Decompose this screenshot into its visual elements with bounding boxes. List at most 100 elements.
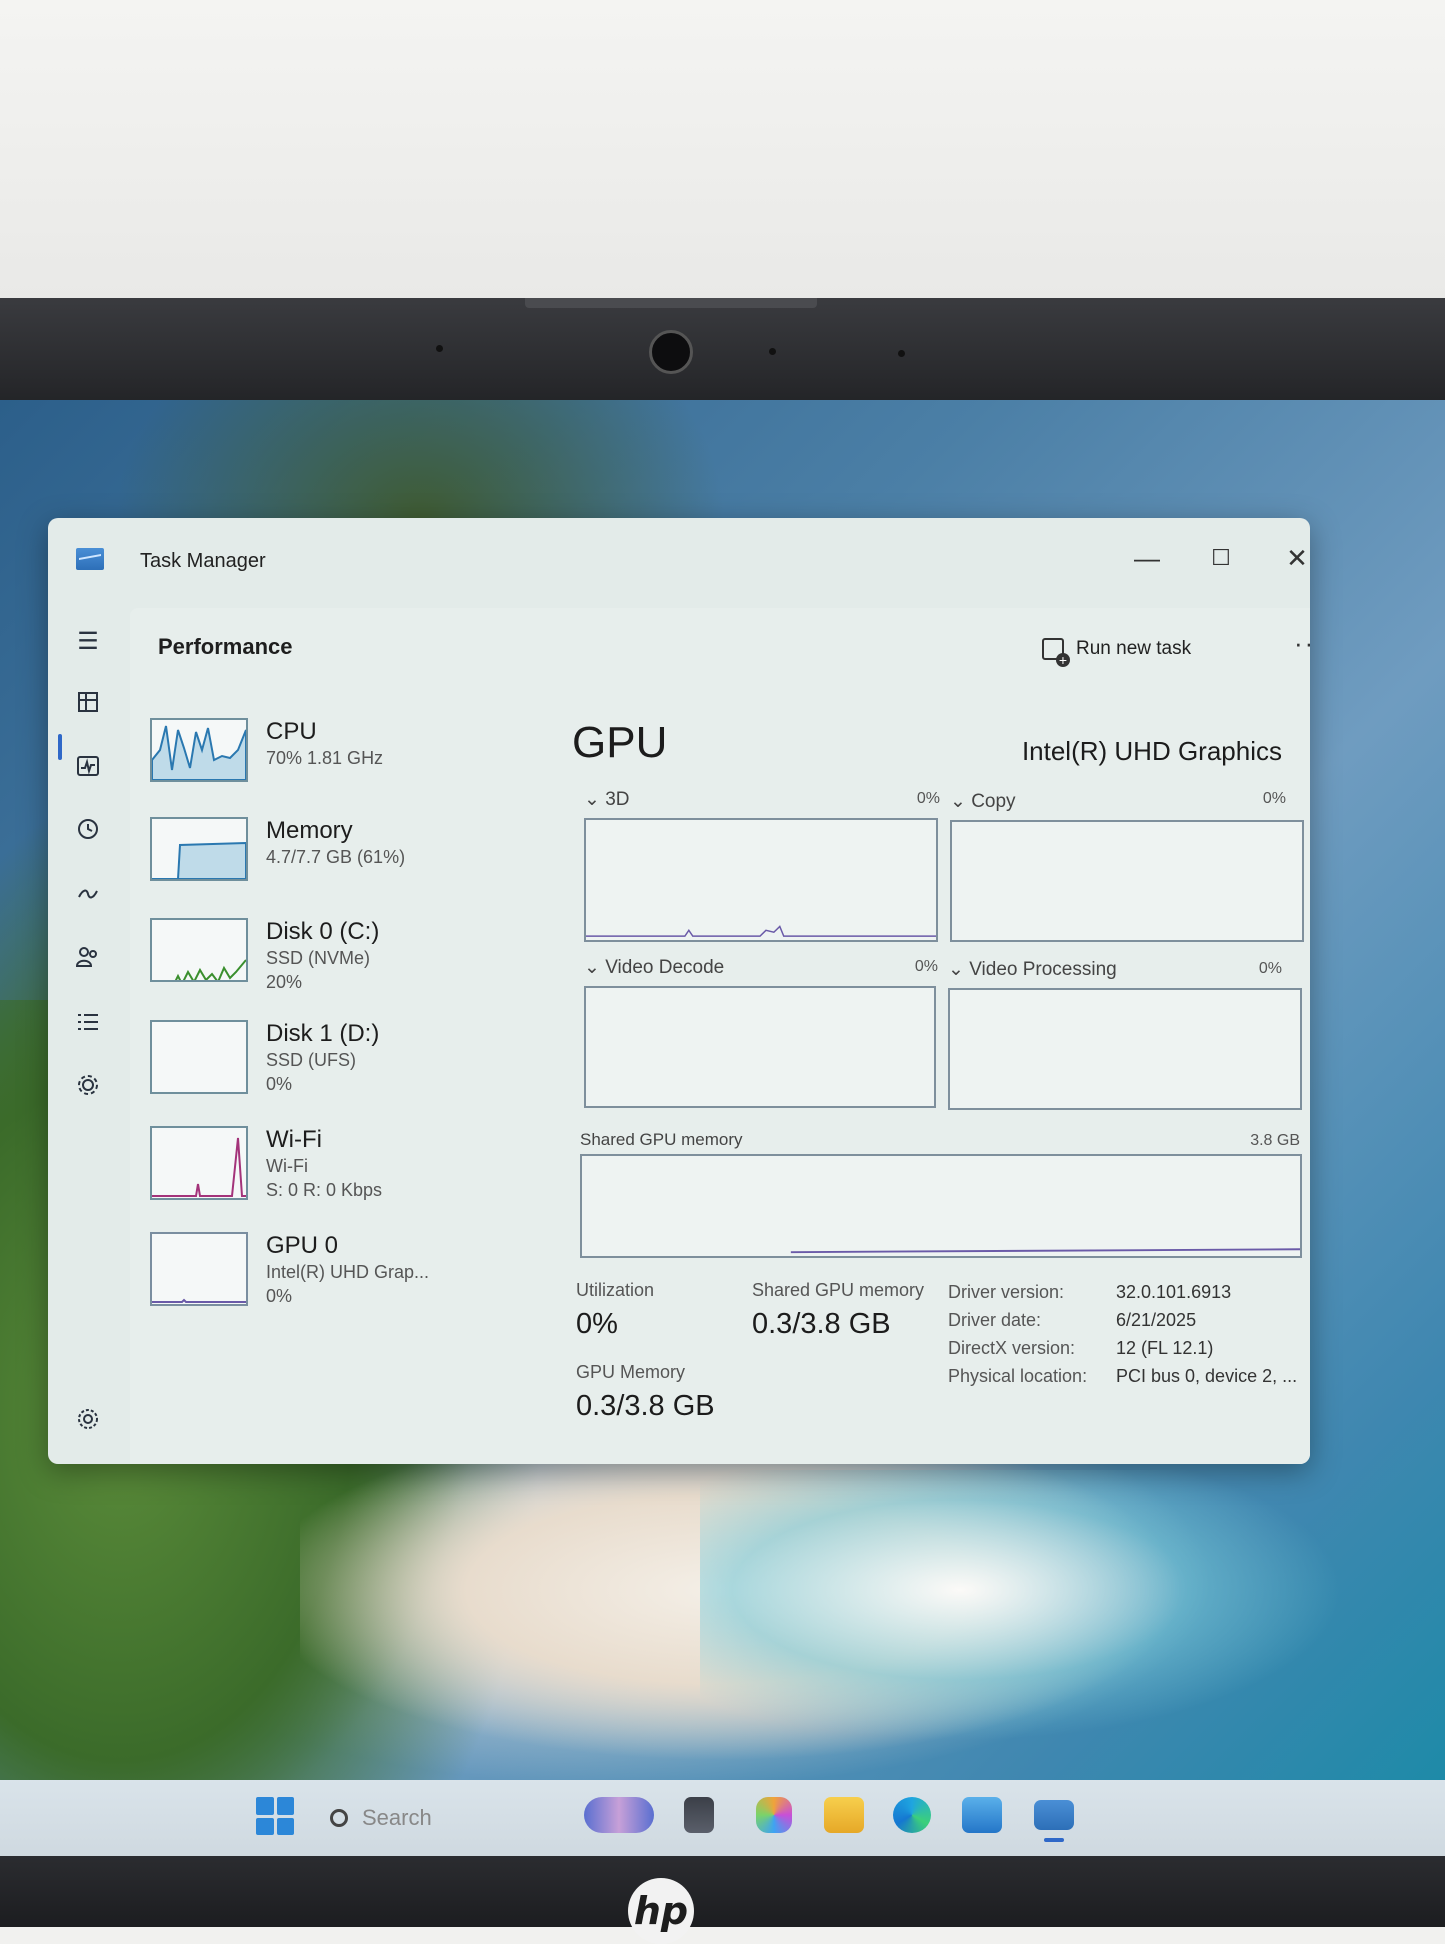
disk0-thumbnail-graph: [150, 918, 248, 982]
task-manager-app-icon: [76, 548, 104, 570]
app-history-icon[interactable]: [68, 814, 108, 854]
wifi-throughput: S: 0 R: 0 Kbps: [266, 1180, 383, 1200]
engine-copy-label: Copy: [971, 791, 1016, 812]
disk1-type: SSD (UFS): [266, 1050, 356, 1070]
engine-video-processing-label: Video Processing: [969, 959, 1117, 980]
sensor-dot: [769, 348, 776, 355]
settings-icon[interactable]: [68, 1404, 108, 1444]
start-logo-quad: [256, 1797, 274, 1815]
edge-browser-icon[interactable]: [893, 1797, 931, 1833]
services-icon[interactable]: [68, 1070, 108, 1110]
engine-copy-graph: [950, 820, 1304, 942]
navigation-rail: ☰: [48, 608, 130, 1464]
sensor-dot: [436, 345, 443, 352]
startup-apps-icon[interactable]: [68, 878, 108, 918]
wifi-thumbnail-graph: [150, 1126, 248, 1200]
background-wall: [0, 0, 1445, 300]
cpu-usage: 70% 1.81 GHz: [266, 748, 384, 768]
driver-version-value: 32.0.101.6913: [1116, 1282, 1232, 1302]
wifi-adapter: Wi-Fi: [266, 1156, 308, 1176]
engine-video-decode-selector[interactable]: ⌄ Video Decode: [584, 956, 724, 979]
start-logo-quad: [276, 1797, 294, 1815]
disk1-usage: 0%: [266, 1074, 293, 1094]
active-app-indicator: [1044, 1838, 1064, 1842]
laptop-bottom-bezel: [0, 1856, 1445, 1927]
gpu0-thumbnail-graph: [150, 1232, 248, 1306]
driver-date-key: Driver date:: [948, 1310, 1042, 1330]
driver-version-key: Driver version:: [948, 1282, 1065, 1302]
disk1-label: Disk 1 (D:): [266, 1020, 380, 1047]
sensor-dot: [898, 350, 905, 357]
engine-video-processing-selector[interactable]: ⌄ Video Processing: [948, 958, 1117, 981]
sidebar-item-memory[interactable]: Memory 4.7/7.7 GB (61%): [150, 817, 480, 899]
cpu-label: CPU: [266, 718, 317, 745]
window-title: Task Manager: [140, 550, 266, 572]
gpu0-usage: 0%: [266, 1286, 293, 1306]
run-new-task-button[interactable]: Run new task: [1042, 632, 1192, 667]
gpu-adapter-name: Intel(R) UHD Graphics: [1021, 736, 1282, 766]
sidebar-item-cpu[interactable]: CPU 70% 1.81 GHz: [150, 718, 480, 800]
memory-thumbnail-graph: [150, 817, 248, 881]
engine-copy-selector[interactable]: ⌄ Copy: [950, 790, 1016, 813]
gpu0-label: GPU 0: [266, 1232, 339, 1259]
details-icon[interactable]: [68, 1006, 108, 1046]
nav-selection-indicator: [58, 734, 62, 760]
engine-3d-graph: [584, 818, 938, 942]
run-new-task-label: Run new task: [1076, 638, 1192, 659]
hp-logo: hp: [628, 1878, 694, 1944]
widgets-icon[interactable]: [584, 1797, 654, 1833]
start-logo-quad: [256, 1817, 274, 1835]
memory-label: Memory: [266, 817, 353, 844]
gpu-memory-label: GPU Memory: [576, 1362, 686, 1382]
start-logo-quad: [276, 1817, 294, 1835]
copilot-icon[interactable]: [756, 1797, 792, 1833]
hamburger-icon[interactable]: ☰: [68, 622, 108, 662]
physical-location-value: PCI bus 0, device 2, ...: [1116, 1366, 1298, 1386]
directx-version-value: 12 (FL 12.1): [1116, 1338, 1214, 1358]
task-manager-window: Task Manager — ☐ ✕ ☰ Performance + Run n…: [48, 518, 1310, 1464]
more-options-button[interactable]: ···: [1294, 628, 1310, 659]
disk0-label: Disk 0 (C:): [266, 918, 380, 945]
performance-icon[interactable]: [68, 750, 108, 790]
sidebar-item-disk-0[interactable]: Disk 0 (C:) SSD (NVMe) 20%: [150, 918, 480, 1000]
disk0-type: SSD (NVMe): [266, 948, 371, 968]
maximize-button[interactable]: ☐: [1196, 536, 1246, 580]
gpu-memory-value: 0.3/3.8 GB: [576, 1390, 715, 1422]
engine-video-decode-graph: [584, 986, 936, 1108]
page-title: Performance: [158, 634, 293, 659]
utilization-label: Utilization: [576, 1280, 655, 1300]
directx-version-key: DirectX version:: [948, 1338, 1076, 1358]
taskbar: [0, 1780, 1445, 1858]
minimize-button[interactable]: —: [1122, 536, 1172, 580]
shared-memory-chart-max: 3.8 GB: [1250, 1132, 1300, 1149]
engine-video-decode-percent: 0%: [914, 958, 938, 975]
file-explorer-icon[interactable]: [824, 1797, 864, 1833]
taskbar-search[interactable]: Search: [330, 1797, 500, 1839]
processes-icon[interactable]: [68, 686, 108, 726]
shared-memory-value: 0.3/3.8 GB: [752, 1308, 891, 1340]
performance-content: Performance Run new task ··· CPU 70% 1.8…: [130, 608, 1310, 1464]
sidebar-item-wifi[interactable]: Wi-Fi Wi-Fi S: 0 R: 0 Kbps: [150, 1126, 480, 1208]
wifi-label: Wi-Fi: [266, 1126, 322, 1153]
engine-video-decode-label: Video Decode: [605, 957, 725, 978]
utilization-value: 0%: [576, 1308, 618, 1340]
task-manager-taskbar-icon[interactable]: [1034, 1800, 1074, 1830]
users-icon[interactable]: [68, 942, 108, 982]
title-bar[interactable]: Task Manager — ☐ ✕: [48, 518, 1310, 608]
wallpaper-surf: [700, 1470, 1445, 1770]
close-button[interactable]: ✕: [1272, 536, 1310, 580]
task-view-icon[interactable]: [684, 1797, 714, 1833]
start-button[interactable]: [256, 1797, 294, 1835]
gpu0-adapter: Intel(R) UHD Grap...: [266, 1262, 430, 1282]
sidebar-item-gpu-0[interactable]: GPU 0 Intel(R) UHD Grap... 0%: [150, 1232, 480, 1314]
search-placeholder: Search: [362, 1805, 432, 1830]
engine-video-processing-percent: 0%: [1258, 960, 1282, 977]
sidebar-item-disk-1[interactable]: Disk 1 (D:) SSD (UFS) 0%: [150, 1020, 480, 1102]
gpu-heading: GPU: [572, 718, 668, 767]
engine-3d-selector[interactable]: ⌄ 3D: [584, 788, 630, 811]
store-icon[interactable]: [962, 1797, 1002, 1833]
driver-date-value: 6/21/2025: [1116, 1310, 1197, 1330]
laptop-top-bezel: [0, 298, 1445, 404]
engine-3d-label: 3D: [605, 789, 630, 810]
shared-memory-chart-label: Shared GPU memory: [580, 1130, 743, 1149]
